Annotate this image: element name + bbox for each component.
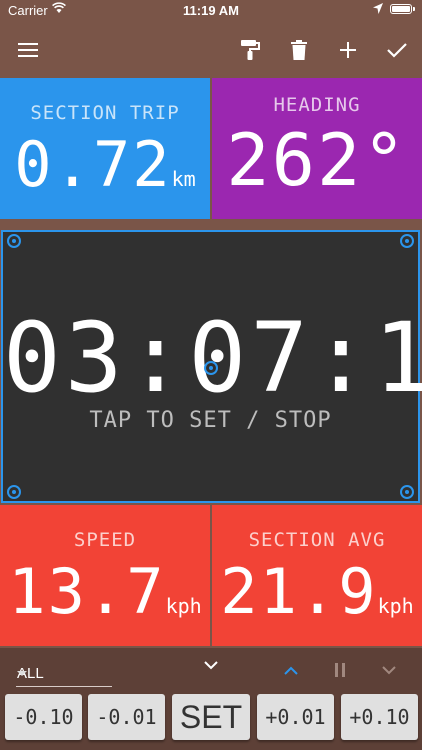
section-trip-unit: km	[171, 167, 196, 191]
chevron-up-icon	[284, 666, 298, 675]
set-button[interactable]: SET	[172, 694, 250, 740]
status-bar: Carrier 11:19 AM	[0, 0, 422, 22]
paint-roller-icon	[241, 40, 260, 60]
speed-value: 13.7	[8, 555, 166, 628]
timer-panel[interactable]: 03:07:1 TAP TO SET / STOP	[1, 230, 422, 503]
pause-button[interactable]	[325, 655, 355, 685]
plus-0-01-button[interactable]: +0.01	[257, 694, 334, 740]
move-handle-center[interactable]	[204, 361, 218, 375]
check-icon	[387, 43, 407, 58]
battery-icon	[390, 4, 412, 14]
menu-button[interactable]	[8, 30, 48, 70]
resize-handle-top-right[interactable]	[400, 234, 414, 248]
section-trip-label: SECTION TRIP	[30, 102, 180, 124]
confirm-button[interactable]	[377, 30, 417, 70]
plus-0-10-button[interactable]: +0.10	[341, 694, 418, 740]
resize-handle-bottom-right[interactable]	[400, 485, 414, 499]
heading-value-row: 262°	[212, 118, 422, 202]
add-icon	[340, 42, 356, 58]
section-avg-unit: kph	[377, 594, 414, 618]
heading-label: HEADING	[273, 94, 361, 116]
pause-icon	[335, 663, 345, 677]
chevron-down-icon	[204, 660, 218, 669]
speed-label: SPEED	[73, 529, 137, 551]
battery-tip	[413, 7, 415, 11]
speed-value-row: 13.7kph	[0, 555, 210, 628]
heading-value: 262°	[226, 118, 408, 202]
filter-select[interactable]: ALL	[16, 660, 112, 687]
collapse-button[interactable]	[196, 650, 226, 680]
delete-button[interactable]	[279, 30, 319, 70]
section-avg-label: SECTION AVG	[248, 529, 386, 551]
section-trip-tile[interactable]: SECTION TRIP 0.72km	[0, 78, 210, 219]
scroll-down-button[interactable]	[374, 655, 404, 685]
resize-handle-top-left[interactable]	[7, 234, 21, 248]
speed-unit: kph	[165, 594, 202, 618]
section-trip-value: 0.72	[14, 128, 172, 201]
timer-hint: TAP TO SET / STOP	[89, 408, 332, 433]
section-trip-value-row: 0.72km	[0, 128, 210, 201]
paint-button[interactable]	[230, 30, 270, 70]
chevron-down-icon	[382, 665, 396, 674]
toolbar	[0, 22, 422, 78]
dropdown-caret-icon	[17, 671, 27, 676]
speed-tile[interactable]: SPEED 13.7kph	[0, 505, 210, 646]
location-arrow-icon	[373, 3, 383, 14]
timer-value: 03:07:1	[3, 302, 422, 414]
scroll-up-button[interactable]	[276, 655, 306, 685]
section-avg-value-row: 21.9kph	[212, 555, 422, 628]
resize-handle-bottom-left[interactable]	[7, 485, 21, 499]
heading-tile[interactable]: HEADING 262°	[212, 78, 422, 219]
minus-0-10-button[interactable]: -0.10	[5, 694, 82, 740]
menu-icon	[18, 43, 38, 57]
section-avg-value: 21.9	[220, 555, 378, 628]
status-time: 11:19 AM	[183, 3, 239, 18]
trash-icon	[291, 40, 307, 60]
section-avg-tile[interactable]: SECTION AVG 21.9kph	[212, 505, 422, 646]
add-button[interactable]	[328, 30, 368, 70]
minus-0-01-button[interactable]: -0.01	[88, 694, 165, 740]
